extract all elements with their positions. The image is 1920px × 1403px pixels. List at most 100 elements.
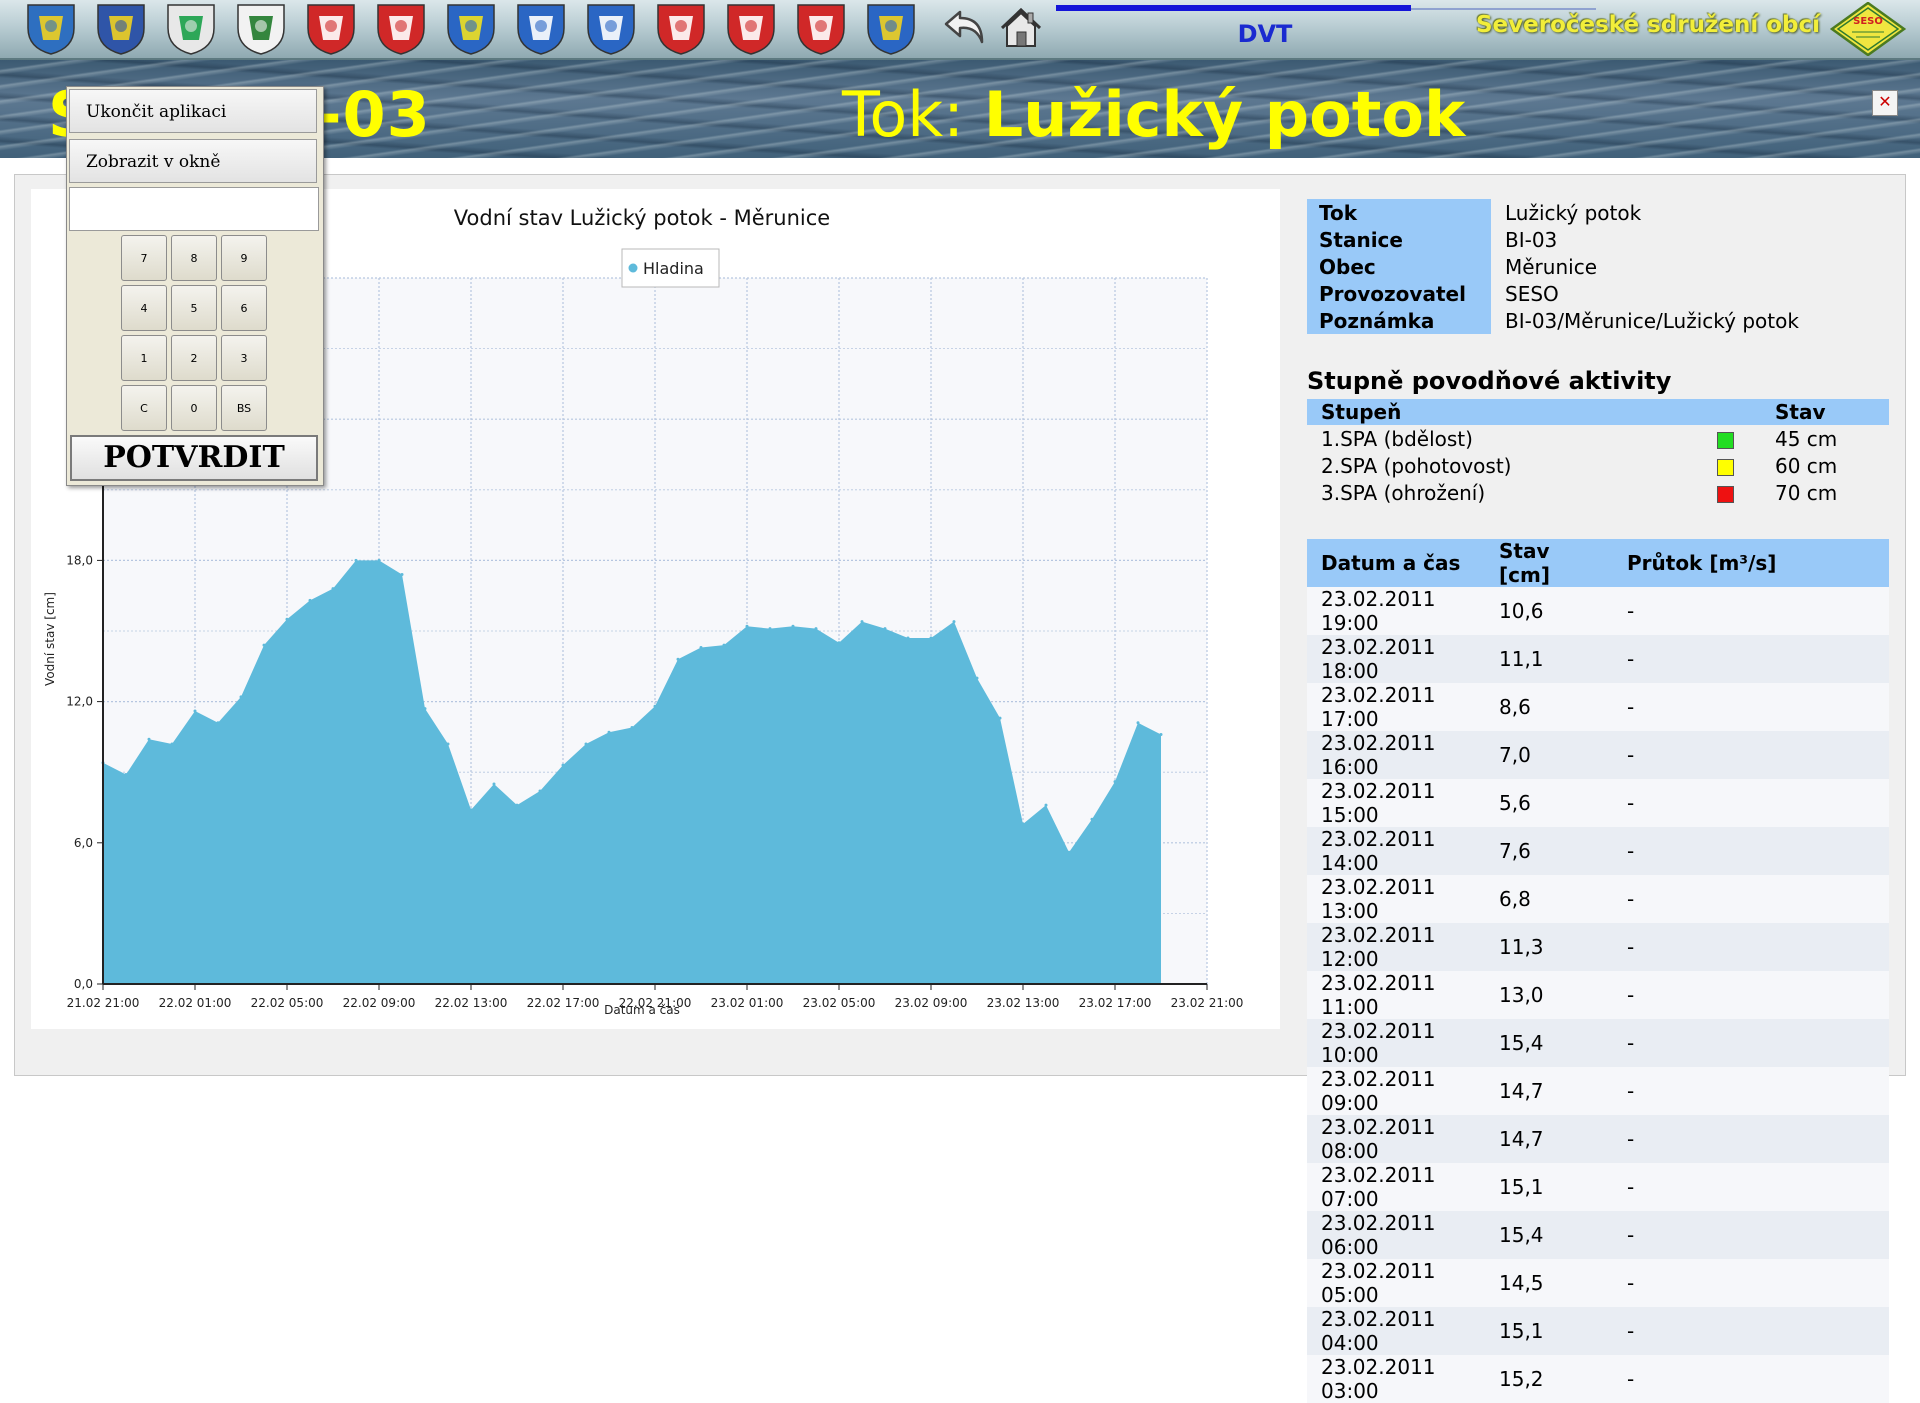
key-bs[interactable]: BS <box>221 385 267 431</box>
key-8[interactable]: 8 <box>171 235 217 281</box>
legend-marker <box>628 263 638 273</box>
table-row: 23.02.2011 07:00 15,1- <box>1307 1163 1889 1211</box>
eagle-crest-icon[interactable] <box>864 2 918 56</box>
data-point <box>469 808 473 812</box>
meas-level: 11,3 <box>1485 923 1613 971</box>
meas-level: 13,0 <box>1485 971 1613 1019</box>
chart-title: Vodní stav Lužický potok - Měrunice <box>454 206 830 230</box>
spa-value: 45 cm <box>1775 426 1838 451</box>
wing-crest-icon[interactable] <box>654 2 708 56</box>
meas-datetime: 23.02.2011 17:00 <box>1307 683 1485 731</box>
spa-row: 3.SPA (ohrožení) 70 cm <box>1307 479 1889 506</box>
meas-flow: - <box>1613 1019 1889 1067</box>
lily-crest-icon[interactable] <box>514 2 568 56</box>
table-row: 23.02.2011 08:00 14,7- <box>1307 1115 1889 1163</box>
seso-logo[interactable]: SESO <box>1829 1 1907 57</box>
x-tick-label: 23.02 17:00 <box>1079 996 1152 1010</box>
close-button[interactable]: ✕ <box>1872 90 1898 116</box>
meas-datetime: 23.02.2011 03:00 <box>1307 1355 1485 1403</box>
key-2[interactable]: 2 <box>171 335 217 381</box>
key-1[interactable]: 1 <box>121 335 167 381</box>
data-point <box>561 763 565 767</box>
table-row: 23.02.2011 09:00 14,7- <box>1307 1067 1889 1115</box>
info-label: Obec <box>1307 253 1491 280</box>
stripes-crest-icon[interactable] <box>164 2 218 56</box>
spa-color-cell <box>1703 425 1761 452</box>
meas-level: 10,6 <box>1485 587 1613 635</box>
data-point <box>676 657 680 661</box>
key-0[interactable]: 0 <box>171 385 217 431</box>
key-9[interactable]: 9 <box>221 235 267 281</box>
meas-flow: - <box>1613 683 1889 731</box>
info-value: BI-03 <box>1505 227 1558 252</box>
table-row: 23.02.2011 18:00 11,1- <box>1307 635 1889 683</box>
table-row: 23.02.2011 05:00 14,5- <box>1307 1259 1889 1307</box>
key-4[interactable]: 4 <box>121 285 167 331</box>
info-label: Stanice <box>1307 226 1491 253</box>
spa-stage: 1.SPA (bdělost) <box>1321 426 1473 451</box>
meas-datetime: 23.02.2011 13:00 <box>1307 875 1485 923</box>
data-point <box>147 737 151 741</box>
confirm-button[interactable]: POTVRDIT <box>70 435 318 481</box>
lion-red-crest-icon[interactable] <box>794 2 848 56</box>
meas-level: 8,6 <box>1485 683 1613 731</box>
meas-flow: - <box>1613 1115 1889 1163</box>
exit-app-button[interactable]: Ukončit aplikaci <box>69 89 317 133</box>
data-point <box>883 627 887 631</box>
table-row: 23.02.2011 15:00 5,6- <box>1307 779 1889 827</box>
flower-crest-icon[interactable] <box>444 2 498 56</box>
meas-datetime: 23.02.2011 10:00 <box>1307 1019 1485 1067</box>
y-axis-label: Vodní stav [cm] <box>43 592 57 686</box>
top-toolbar: DVT Severočeské sdružení obcí SESO <box>0 0 1920 60</box>
info-row: Obec Měrunice <box>1307 253 1811 280</box>
organization-name: Severočeské sdružení obcí <box>1475 12 1820 38</box>
back-arrow-icon[interactable] <box>940 4 990 52</box>
data-point <box>906 636 910 640</box>
number-input[interactable] <box>69 187 319 231</box>
meas-level: 7,6 <box>1485 827 1613 875</box>
info-label: Provozovatel <box>1307 280 1491 307</box>
data-point <box>193 709 197 713</box>
key-3[interactable]: 3 <box>221 335 267 381</box>
table-row: 23.02.2011 12:00 11,3- <box>1307 923 1889 971</box>
cross-crest-icon[interactable] <box>94 2 148 56</box>
info-row: Provozovatel SESO <box>1307 280 1811 307</box>
meas-datetime: 23.02.2011 12:00 <box>1307 923 1485 971</box>
key-7[interactable]: 7 <box>121 235 167 281</box>
flood-activity-title: Stupně povodňové aktivity <box>1307 367 1672 395</box>
info-value: Lužický potok <box>1505 200 1642 225</box>
data-point <box>170 742 174 746</box>
meas-datetime: 23.02.2011 11:00 <box>1307 971 1485 1019</box>
x-tick-label: 23.02 05:00 <box>803 996 876 1010</box>
spa-header-color <box>1703 399 1761 425</box>
key-c[interactable]: C <box>121 385 167 431</box>
meas-level: 15,1 <box>1485 1163 1613 1211</box>
meas-level: 14,5 <box>1485 1259 1613 1307</box>
x-tick-label: 22.02 01:00 <box>159 996 232 1010</box>
dvt-label: DVT <box>1237 20 1293 48</box>
key-5[interactable]: 5 <box>171 285 217 331</box>
castle-lion-crest-icon[interactable] <box>304 2 358 56</box>
meas-flow: - <box>1613 971 1889 1019</box>
key-6[interactable]: 6 <box>221 285 267 331</box>
data-point <box>331 587 335 591</box>
data-point <box>952 620 956 624</box>
data-point <box>446 742 450 746</box>
gate-crest-icon[interactable] <box>724 2 778 56</box>
lion-crest-icon[interactable] <box>24 2 78 56</box>
meas-datetime: 23.02.2011 14:00 <box>1307 827 1485 875</box>
ram-crest-icon[interactable] <box>374 2 428 56</box>
spa-stage: 2.SPA (pohotovost) <box>1321 453 1512 478</box>
meas-datetime: 23.02.2011 04:00 <box>1307 1307 1485 1355</box>
tree-crest-icon[interactable] <box>234 2 288 56</box>
y-tick-label: 6,0 <box>74 836 93 850</box>
data-point <box>1044 803 1048 807</box>
tower-crest-icon[interactable] <box>584 2 638 56</box>
info-label: Tok <box>1307 199 1491 226</box>
meas-flow: - <box>1613 1163 1889 1211</box>
info-value: BI-03/Měrunice/Lužický potok <box>1505 308 1799 333</box>
show-in-window-button[interactable]: Zobrazit v okně <box>69 139 317 183</box>
home-icon[interactable] <box>996 4 1046 52</box>
data-point <box>377 558 381 562</box>
river-name: Lužický potok <box>983 78 1466 151</box>
